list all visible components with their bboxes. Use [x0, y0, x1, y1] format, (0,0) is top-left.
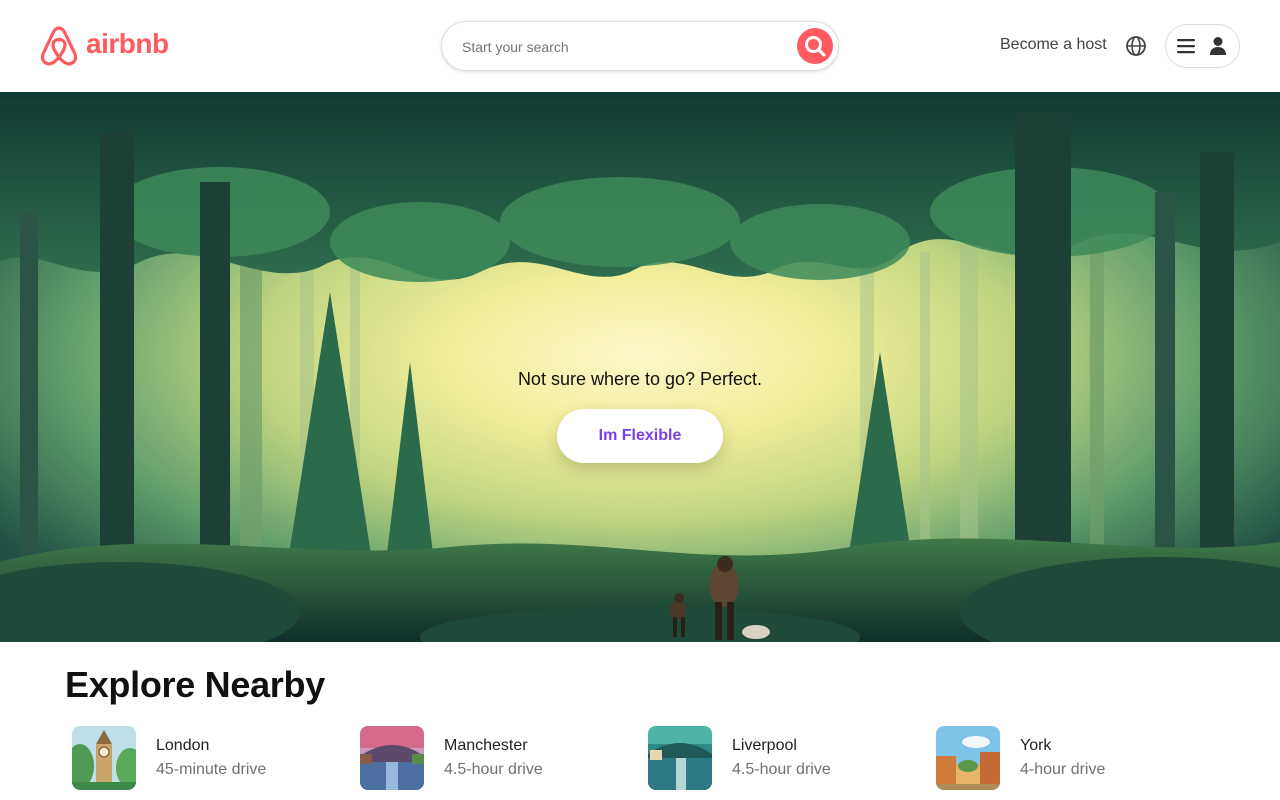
- hero-tagline: Not sure where to go? Perfect.: [517, 369, 763, 389]
- nearby-item-manchester[interactable]: Manchester 4.5-hour drive: [360, 726, 543, 790]
- drive-time: 45-minute drive: [156, 761, 267, 778]
- search-icon: [805, 36, 826, 57]
- im-flexible-button[interactable]: Im Flexible: [557, 409, 723, 463]
- forest-illustration: [0, 92, 1280, 642]
- search-bar[interactable]: [441, 21, 839, 71]
- city-name: Manchester: [444, 737, 528, 754]
- hero-banner: Not sure where to go? Perfect. Im Flexib…: [0, 92, 1280, 642]
- london-thumbnail: [72, 726, 136, 790]
- liverpool-thumbnail: [648, 726, 712, 790]
- nearby-item-liverpool[interactable]: Liverpool 4.5-hour drive: [648, 726, 831, 790]
- drive-time: 4.5-hour drive: [444, 761, 543, 778]
- york-thumbnail: [936, 726, 1000, 790]
- logo-wordmark: airbnb: [86, 28, 169, 59]
- city-name: London: [156, 737, 210, 754]
- drive-time: 4.5-hour drive: [732, 761, 831, 778]
- city-name: Liverpool: [732, 737, 797, 754]
- hamburger-menu-icon: [1177, 39, 1195, 54]
- become-a-host-link[interactable]: Become a host: [1000, 36, 1107, 54]
- search-button[interactable]: [797, 28, 833, 64]
- drive-time: 4-hour drive: [1020, 761, 1106, 778]
- user-menu-button[interactable]: [1165, 24, 1240, 68]
- nearby-item-london[interactable]: London 45-minute drive: [72, 726, 266, 790]
- airbnb-logo-icon: [40, 26, 78, 66]
- globe-icon[interactable]: [1125, 35, 1147, 57]
- user-icon: [1210, 37, 1226, 55]
- airbnb-logo[interactable]: airbnb: [39, 25, 169, 67]
- explore-nearby-heading: Explore Nearby: [65, 664, 325, 705]
- search-input[interactable]: [462, 34, 782, 60]
- manchester-thumbnail: [360, 726, 424, 790]
- city-name: York: [1020, 737, 1052, 754]
- nearby-item-york[interactable]: York 4-hour drive: [936, 726, 1105, 790]
- top-header: airbnb Become a host: [0, 0, 1280, 92]
